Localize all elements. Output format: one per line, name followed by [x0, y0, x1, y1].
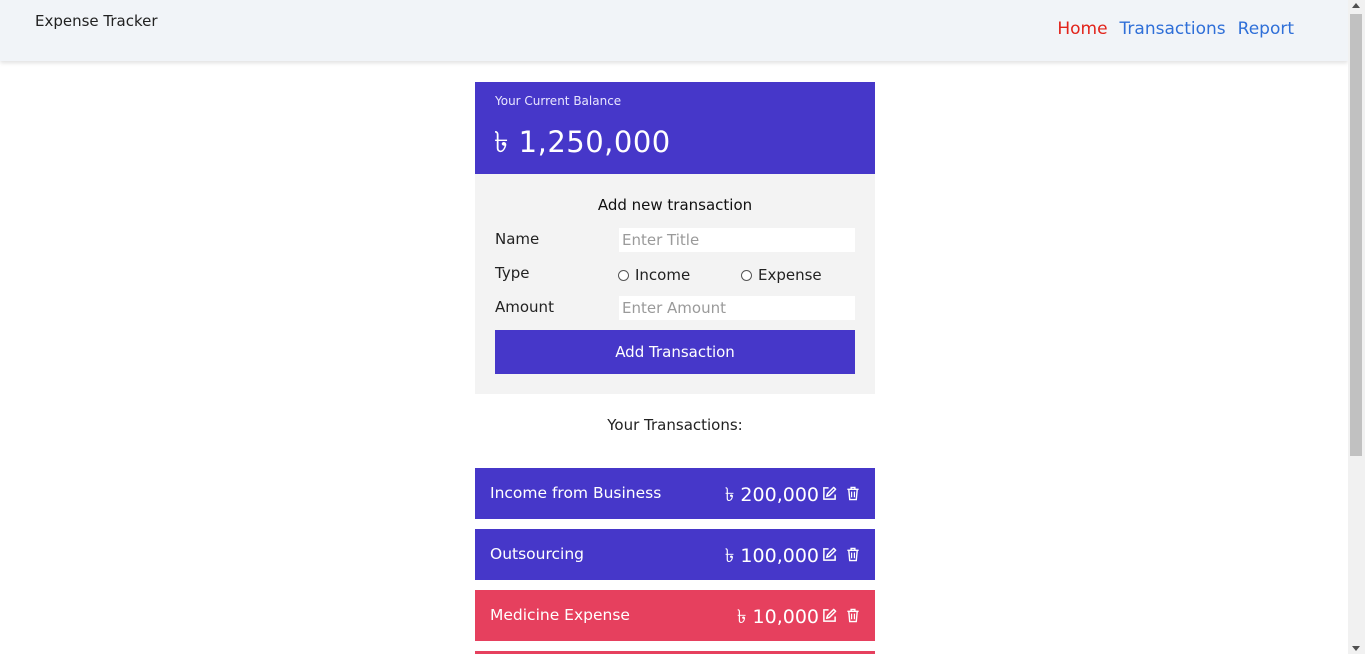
balance-label: Your Current Balance [495, 94, 622, 108]
navbar: Expense Tracker Home Transactions Report [0, 0, 1348, 61]
trash-icon[interactable] [846, 486, 860, 501]
add-transaction-form: Add new transaction Name Type Income Exp… [475, 174, 875, 394]
name-label: Name [495, 230, 540, 248]
amount-label: Amount [495, 298, 554, 316]
form-heading: Add new transaction [597, 196, 753, 214]
name-input[interactable] [619, 228, 855, 252]
transaction-item: Income from Business ৳ 200,000 [475, 468, 875, 519]
transactions-heading: Your Transactions: [607, 416, 743, 434]
type-income-option[interactable]: Income [618, 266, 690, 284]
transaction-amount: ৳ 200,000 [724, 484, 819, 506]
transaction-amount: ৳ 100,000 [724, 545, 819, 567]
income-radio[interactable] [618, 269, 629, 281]
type-expense-option[interactable]: Expense [741, 266, 822, 284]
edit-icon[interactable] [822, 547, 837, 562]
scroll-down-arrow-icon[interactable] [1352, 646, 1360, 651]
page-scrollbar[interactable] [1348, 0, 1365, 654]
edit-icon[interactable] [822, 608, 837, 623]
nav-report-link[interactable]: Report [1238, 19, 1294, 39]
balance-amount: ৳ 1,250,000 [494, 125, 671, 159]
expense-radio[interactable] [741, 269, 752, 281]
nav-transactions-link[interactable]: Transactions [1120, 19, 1226, 39]
amount-input[interactable] [619, 296, 855, 320]
edit-icon[interactable] [822, 486, 837, 501]
expense-radio-label: Expense [758, 266, 822, 284]
nav-home-link[interactable]: Home [1057, 19, 1107, 39]
transaction-name: Income from Business [490, 484, 662, 502]
transaction-item: Medicine Expense ৳ 10,000 [475, 590, 875, 641]
income-radio-label: Income [635, 266, 691, 284]
transaction-name: Outsourcing [490, 545, 585, 563]
transaction-item: Outsourcing ৳ 100,000 [475, 529, 875, 580]
add-transaction-button[interactable]: Add Transaction [495, 330, 855, 374]
type-label: Type [495, 264, 530, 282]
nav-links: Home Transactions Report [1045, 19, 1294, 39]
trash-icon[interactable] [846, 608, 860, 623]
trash-icon[interactable] [846, 547, 860, 562]
app-title: Expense Tracker [35, 12, 158, 30]
balance-card: Your Current Balance ৳ 1,250,000 [475, 82, 875, 174]
scroll-up-arrow-icon[interactable] [1352, 3, 1360, 8]
transaction-amount: ৳ 10,000 [737, 606, 819, 628]
transaction-name: Medicine Expense [490, 606, 630, 624]
scroll-thumb[interactable] [1350, 14, 1362, 456]
